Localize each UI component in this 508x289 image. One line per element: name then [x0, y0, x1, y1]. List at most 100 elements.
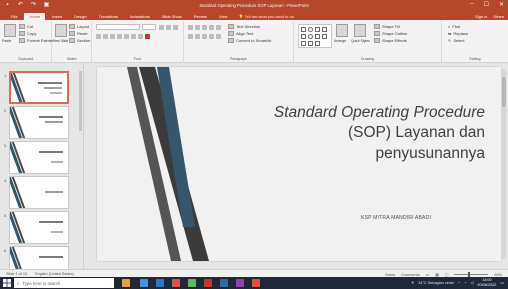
brace-shape-icon[interactable]: [301, 41, 306, 46]
tab-file[interactable]: File: [6, 13, 22, 20]
windows-start-icon[interactable]: [3, 279, 11, 287]
tab-slide-show[interactable]: Slide Show: [157, 13, 187, 20]
slide-title-line3[interactable]: penyusunannya: [185, 144, 485, 164]
bold-icon[interactable]: [96, 34, 101, 39]
share-button[interactable]: Share: [493, 14, 504, 19]
layout-button[interactable]: Layout: [69, 24, 89, 29]
close-button[interactable]: ✕: [499, 1, 504, 8]
copy-button[interactable]: Copy: [19, 31, 36, 36]
change-case-icon[interactable]: [138, 34, 143, 39]
shape-fill-button[interactable]: Shape Fill: [374, 24, 400, 29]
text-direction-button[interactable]: Text Direction: [228, 24, 260, 29]
comments-button[interactable]: Comments: [401, 273, 419, 277]
triangle-shape-icon[interactable]: [315, 34, 320, 39]
columns-icon[interactable]: [216, 34, 221, 39]
find-button[interactable]: ⌕ Find: [448, 24, 460, 29]
grow-font-icon[interactable]: [159, 25, 164, 30]
section-button[interactable]: Section: [69, 38, 90, 43]
scrollbar-thumb[interactable]: [502, 77, 506, 107]
maximize-button[interactable]: ☐: [484, 1, 489, 8]
quick-styles-label[interactable]: Quick Styles: [351, 39, 370, 43]
slide-canvas[interactable]: Standard Operating Procedure (SOP) Layan…: [97, 67, 501, 261]
zoom-level[interactable]: 69%: [494, 273, 502, 277]
textbox-shape-icon[interactable]: [301, 27, 306, 32]
powerpoint-taskbar-icon[interactable]: [204, 279, 212, 287]
smartart-button[interactable]: Convert to SmartArt: [228, 38, 271, 43]
clear-format-icon[interactable]: [173, 25, 178, 30]
weather-icon[interactable]: ☀: [411, 280, 414, 285]
tab-transitions[interactable]: Transitions: [94, 13, 123, 20]
media-taskbar-icon[interactable]: [252, 279, 260, 287]
file-explorer-icon[interactable]: [140, 279, 148, 287]
clock[interactable]: 13:00 20/06/2022: [477, 278, 496, 287]
notes-button[interactable]: Notes: [385, 273, 395, 277]
tab-insert[interactable]: Insert: [47, 13, 67, 20]
heart-shape-icon[interactable]: [315, 41, 320, 46]
new-slide-label[interactable]: New Slide: [53, 39, 68, 43]
increase-indent-icon[interactable]: [209, 25, 214, 30]
align-left-icon[interactable]: [188, 34, 193, 39]
minimize-button[interactable]: –: [470, 1, 473, 8]
justify-icon[interactable]: [209, 34, 214, 39]
slide-thumbnail[interactable]: [9, 141, 69, 174]
slide-thumbnail[interactable]: [9, 211, 69, 244]
app-taskbar-icon[interactable]: [236, 279, 244, 287]
quick-styles-icon[interactable]: [354, 24, 366, 37]
arrange-icon[interactable]: [336, 24, 348, 37]
slide-subtitle[interactable]: KSP MITRA MANDIRI ABADI: [361, 215, 431, 221]
thumbnail-row[interactable]: 5: [2, 211, 82, 245]
replace-button[interactable]: ⇆ Replace: [448, 31, 468, 36]
language-indicator[interactable]: English (United States): [35, 272, 74, 276]
star-shape-icon[interactable]: [322, 34, 327, 39]
align-center-icon[interactable]: [195, 34, 200, 39]
italic-icon[interactable]: [103, 34, 108, 39]
format-painter-button[interactable]: Format Painter: [19, 38, 53, 43]
line-spacing-icon[interactable]: [216, 25, 221, 30]
circle-shape-icon[interactable]: [308, 34, 313, 39]
shrink-font-icon[interactable]: [166, 25, 171, 30]
arrange-label[interactable]: Arrange: [334, 39, 346, 43]
thumbnail-row[interactable]: 1: [2, 71, 82, 105]
shapes-gallery[interactable]: [298, 24, 332, 48]
edge-browser-icon[interactable]: [156, 279, 164, 287]
tab-view[interactable]: View: [214, 13, 233, 20]
char-spacing-icon[interactable]: [131, 34, 136, 39]
taskbar-search-input[interactable]: ⌕ Type here to search: [14, 278, 114, 288]
underline-icon[interactable]: [110, 34, 115, 39]
shape-effects-button[interactable]: Shape Effects: [374, 38, 407, 43]
line-shape-icon[interactable]: [301, 34, 306, 39]
font-name-select[interactable]: [96, 24, 140, 30]
slide-scrollbar[interactable]: [502, 69, 506, 259]
slide-thumbnail[interactable]: [9, 246, 69, 269]
font-color-icon[interactable]: [145, 34, 150, 39]
oval-shape-icon[interactable]: [308, 27, 313, 32]
weather-text[interactable]: 31°C Sebagian cerah: [418, 281, 454, 285]
slide-thumbnail[interactable]: [9, 106, 69, 139]
select-button[interactable]: ↖ Select: [448, 38, 464, 43]
shape-outline-button[interactable]: Shape Outline: [374, 31, 407, 36]
tab-review[interactable]: Review: [189, 13, 212, 20]
thumbnail-row[interactable]: 3: [2, 141, 82, 175]
tab-home[interactable]: Home: [24, 13, 46, 20]
callout-shape-icon[interactable]: [308, 41, 313, 46]
decrease-indent-icon[interactable]: [202, 25, 207, 30]
shadow-icon[interactable]: [124, 34, 129, 39]
new-slide-icon[interactable]: [55, 24, 67, 37]
align-right-icon[interactable]: [202, 34, 207, 39]
slide-thumbnail[interactable]: [9, 176, 69, 209]
tab-animations[interactable]: Animations: [125, 13, 155, 20]
thumbnail-row[interactable]: 4: [2, 176, 82, 210]
slide-thumbnail[interactable]: [9, 71, 69, 104]
reset-button[interactable]: Reset: [69, 31, 87, 36]
slide-title-line2[interactable]: (SOP) Layanan dan: [185, 123, 485, 143]
word-taskbar-icon[interactable]: [220, 279, 228, 287]
tab-design[interactable]: Design: [69, 13, 91, 20]
chrome-icon[interactable]: [172, 279, 180, 287]
arrow-shape-icon[interactable]: [322, 27, 327, 32]
align-text-button[interactable]: Align Text: [228, 31, 253, 36]
numbering-icon[interactable]: [195, 25, 200, 30]
thumbnail-row[interactable]: 2: [2, 106, 82, 140]
network-icon[interactable]: ◔: [464, 281, 466, 285]
rectangle-shape-icon[interactable]: [315, 27, 320, 32]
strikethrough-icon[interactable]: [117, 34, 122, 39]
